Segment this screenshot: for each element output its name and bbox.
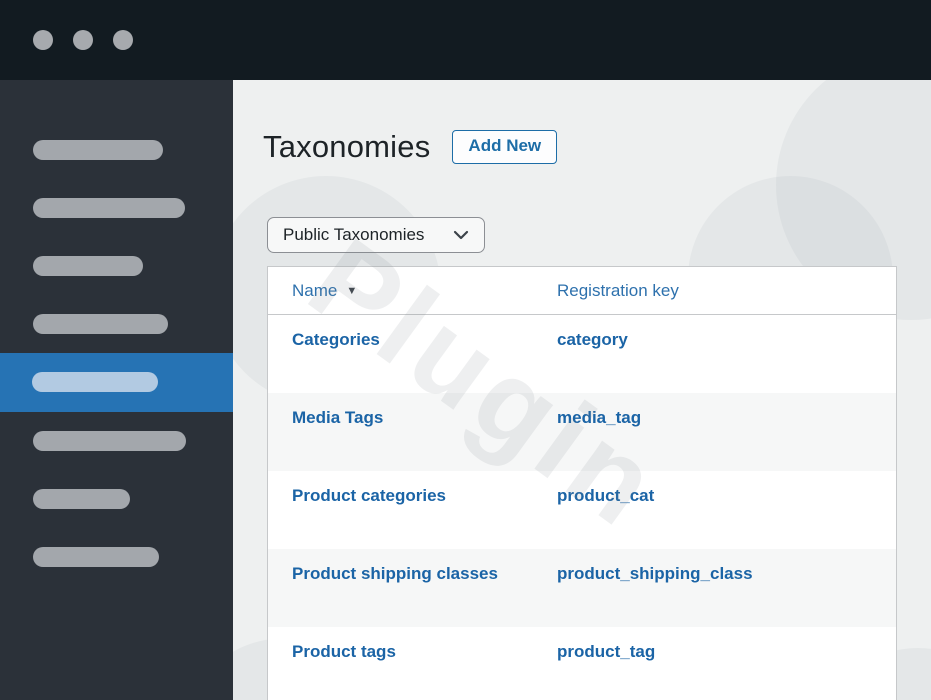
sidebar-item-active[interactable] — [0, 353, 233, 412]
sidebar-item-placeholder-6[interactable] — [33, 489, 130, 509]
sidebar-item-placeholder-2[interactable] — [33, 198, 185, 218]
taxonomy-name-cell: Categories — [268, 315, 557, 393]
table-row: Product tags product_tag — [268, 627, 896, 700]
window-control-dot-2[interactable] — [73, 30, 93, 50]
taxonomies-table: Name ▼ Registration key Categories categ… — [267, 266, 897, 700]
taxonomy-filter-dropdown[interactable]: Public Taxonomies — [267, 217, 485, 253]
taxonomy-name-link[interactable]: Product categories — [292, 486, 446, 505]
taxonomy-name-link[interactable]: Product shipping classes — [292, 564, 498, 583]
sidebar-item-placeholder-4[interactable] — [33, 314, 168, 334]
taxonomy-name-cell: Product tags — [268, 627, 557, 700]
taxonomy-key-cell: product_tag — [557, 642, 656, 661]
table-row: Product shipping classes product_shippin… — [268, 549, 896, 627]
sidebar-item-placeholder-7[interactable] — [33, 547, 159, 567]
taxonomy-key-cell: category — [557, 330, 628, 349]
page-title: Taxonomies — [263, 129, 431, 164]
taxonomy-name-cell: Media Tags — [268, 393, 557, 471]
chevron-down-icon — [453, 230, 469, 240]
taxonomy-name-cell: Product shipping classes — [268, 549, 557, 627]
sort-desc-icon: ▼ — [346, 284, 358, 297]
main-content: Taxonomies Add New Public Taxonomies Nam… — [233, 80, 931, 700]
taxonomy-name-link[interactable]: Media Tags — [292, 408, 383, 427]
taxonomy-name-link[interactable]: Product tags — [292, 642, 396, 661]
taxonomy-name-cell: Product categories — [268, 471, 557, 549]
taxonomy-name-link[interactable]: Categories — [292, 330, 380, 349]
taxonomy-key-cell: product_cat — [557, 486, 655, 505]
window-titlebar — [0, 0, 931, 80]
page-header: Taxonomies Add New — [263, 129, 558, 165]
column-header-name-label: Name — [292, 280, 338, 300]
taxonomy-key-cell: media_tag — [557, 408, 642, 427]
sidebar-item-placeholder-3[interactable] — [33, 256, 143, 276]
table-header-row: Name ▼ Registration key — [268, 267, 896, 315]
add-new-button[interactable]: Add New — [452, 130, 558, 164]
taxonomy-key-cell: product_shipping_class — [557, 564, 753, 583]
column-header-name[interactable]: Name ▼ — [268, 281, 557, 301]
window-control-dot-1[interactable] — [33, 30, 53, 50]
table-row: Product categories product_cat — [268, 471, 896, 549]
column-header-registration-key[interactable]: Registration key — [557, 281, 679, 301]
sidebar-item-placeholder-1[interactable] — [33, 140, 163, 160]
app-window: Taxonomies Add New Public Taxonomies Nam… — [0, 0, 931, 700]
taxonomy-filter-selected-value: Public Taxonomies — [283, 225, 425, 244]
window-control-dot-3[interactable] — [113, 30, 133, 50]
table-row: Media Tags media_tag — [268, 393, 896, 471]
table-row: Categories category — [268, 315, 896, 393]
admin-sidebar — [0, 80, 233, 700]
sidebar-item-placeholder-5[interactable] — [33, 431, 186, 451]
sidebar-item-active-label-placeholder — [32, 372, 158, 392]
